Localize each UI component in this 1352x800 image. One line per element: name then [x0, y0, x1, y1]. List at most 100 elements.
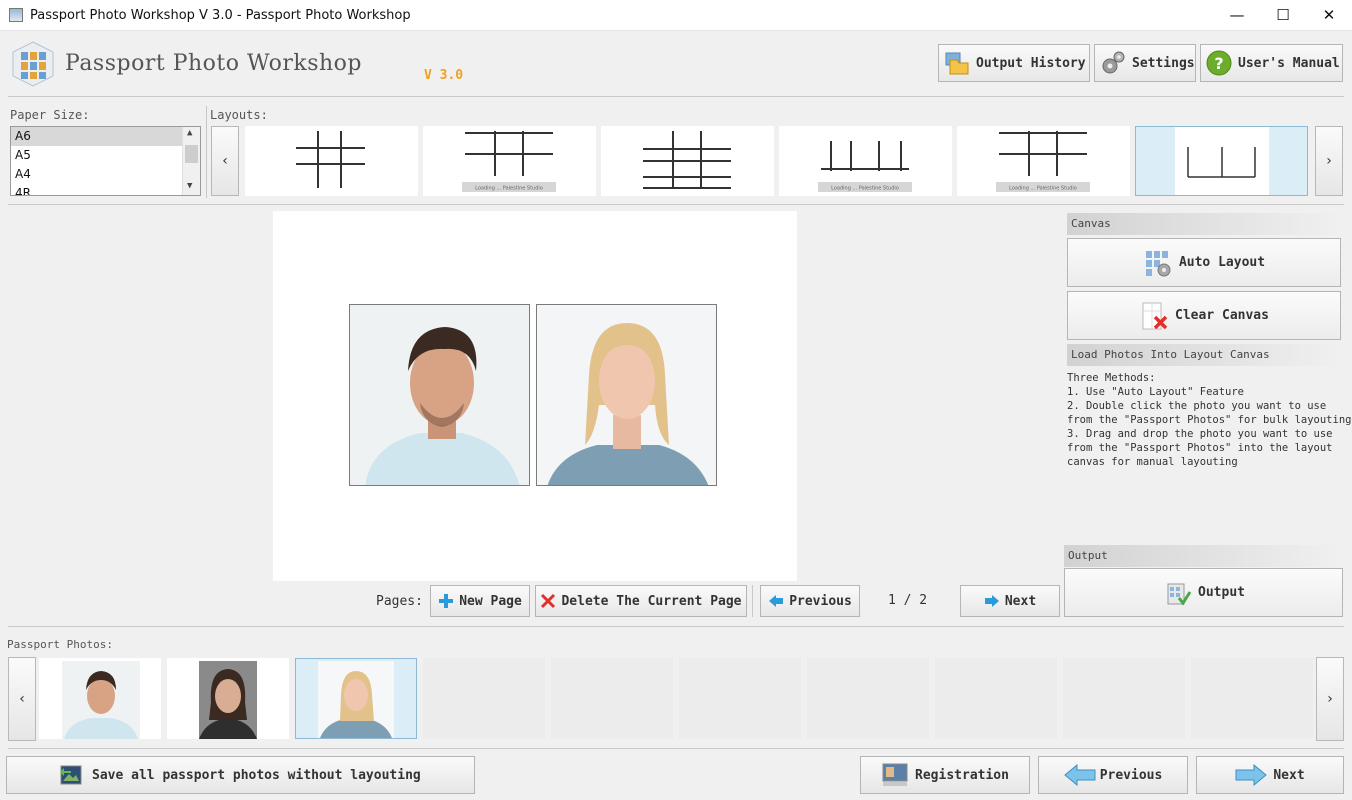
previous-page-button[interactable]: Previous: [760, 585, 860, 617]
app-brand-title: Passport Photo Workshop: [65, 51, 362, 76]
plus-icon: [439, 594, 454, 608]
arrow-left-icon: [1063, 764, 1096, 786]
auto-layout-icon: [1145, 250, 1171, 276]
output-label: Output: [1198, 585, 1245, 600]
layout-grid-icon: Loading ... Palestine Studio: [462, 131, 556, 192]
empty-photo-slot: [551, 658, 673, 739]
divider: [8, 96, 1344, 97]
close-button[interactable]: ✕: [1306, 0, 1352, 31]
next-page-button[interactable]: Next: [960, 585, 1060, 617]
empty-photo-slot: [1191, 658, 1313, 739]
folder-icon: [945, 52, 969, 75]
title-bar: Passport Photo Workshop V 3.0 - Passport…: [0, 0, 1352, 31]
pages-label: Pages:: [376, 594, 423, 609]
passport-photo-thumbnail-selected[interactable]: [295, 658, 417, 739]
auto-layout-label: Auto Layout: [1178, 255, 1266, 270]
output-button[interactable]: Output: [1064, 568, 1343, 617]
output-icon: [1167, 583, 1192, 606]
photos-prev-button[interactable]: ‹: [8, 657, 36, 741]
delete-page-label: Delete The Current Page: [561, 593, 742, 609]
paper-size-option[interactable]: A4: [11, 165, 183, 184]
help-icon: ?: [1206, 50, 1232, 76]
auto-layout-button[interactable]: Auto Layout: [1067, 238, 1341, 287]
registration-button[interactable]: Registration: [860, 756, 1030, 794]
page-indicator: 1 / 2: [888, 593, 928, 608]
scroll-down-icon[interactable]: ▼: [187, 181, 192, 191]
layout-thumbnail[interactable]: [601, 126, 774, 196]
paper-size-scrollbar[interactable]: ▲ ▼: [182, 127, 200, 195]
paper-size-list[interactable]: A6 A5 A4 4R: [10, 126, 201, 196]
footer-previous-label: Previous: [1099, 767, 1163, 783]
layout-thumbnail-selected[interactable]: [1135, 126, 1308, 196]
layout-thumbnail[interactable]: Loading ... Palestine Studio: [957, 126, 1130, 196]
help-line: from the "Passport Photos" for bulk layo…: [1067, 414, 1352, 426]
clear-canvas-button[interactable]: Clear Canvas: [1067, 291, 1341, 340]
passport-photo-thumbnail[interactable]: [39, 658, 161, 739]
save-all-photos-button[interactable]: Save all passport photos without layouti…: [6, 756, 475, 794]
svg-text:Loading ... Palestine Studio: Loading ... Palestine Studio: [475, 186, 543, 192]
layout-thumbnail[interactable]: [245, 126, 418, 196]
users-manual-label: User's Manual: [1238, 55, 1340, 71]
paper-size-option[interactable]: A5: [11, 146, 183, 165]
users-manual-button[interactable]: ? User's Manual: [1200, 44, 1343, 82]
save-all-photos-label: Save all passport photos without layouti…: [92, 767, 421, 783]
svg-text:Loading ... Palestine Studio: Loading ... Palestine Studio: [1009, 186, 1077, 192]
woman-portrait-image: [537, 305, 716, 485]
new-page-button[interactable]: New Page: [430, 585, 530, 617]
window-title: Passport Photo Workshop V 3.0 - Passport…: [30, 8, 411, 23]
canvas-photo-man[interactable]: [349, 304, 530, 486]
layouts-next-button[interactable]: ›: [1315, 126, 1343, 196]
divider: [752, 585, 753, 617]
empty-photo-slot: [1063, 658, 1185, 739]
layout-grid-icon: [643, 131, 731, 189]
svg-text:Loading ... Palestine Studio: Loading ... Palestine Studio: [831, 186, 899, 192]
help-line: 3. Drag and drop the photo you want to u…: [1067, 428, 1333, 440]
settings-button[interactable]: Settings: [1094, 44, 1196, 82]
arrow-right-icon: [1235, 764, 1268, 786]
paper-size-option[interactable]: A6: [11, 127, 183, 146]
layouts-prev-button[interactable]: ‹: [211, 126, 239, 196]
empty-photo-slot: [423, 658, 545, 739]
app-icon: [9, 8, 23, 22]
layout-grid-icon: Loading ... Palestine Studio: [996, 131, 1090, 192]
output-history-button[interactable]: Output History: [938, 44, 1090, 82]
layout-thumbnail[interactable]: Loading ... Palestine Studio: [779, 126, 952, 196]
delete-page-button[interactable]: Delete The Current Page: [535, 585, 747, 617]
clear-canvas-label: Clear Canvas: [1175, 308, 1269, 323]
svg-text:?: ?: [1214, 54, 1223, 73]
minimize-button[interactable]: —: [1214, 0, 1260, 31]
paper-size-option[interactable]: 4R: [11, 184, 183, 195]
layout-thumbnail[interactable]: Loading ... Palestine Studio: [423, 126, 596, 196]
footer-previous-button[interactable]: Previous: [1038, 756, 1188, 794]
app-logo-icon: [12, 41, 54, 87]
man-portrait-image: [62, 661, 140, 739]
scroll-thumb[interactable]: [185, 145, 198, 163]
maximize-button[interactable]: ☐: [1260, 0, 1306, 31]
footer-next-button[interactable]: Next: [1196, 756, 1344, 794]
man-portrait-image: [350, 305, 529, 485]
output-section-header: Output: [1064, 545, 1342, 567]
arrow-left-icon: [769, 595, 784, 607]
footer-next-label: Next: [1273, 767, 1305, 783]
arrow-right-icon: [984, 595, 999, 607]
clear-canvas-icon: [1142, 302, 1168, 329]
passport-photo-thumbnail[interactable]: [167, 658, 289, 739]
help-instructions: Three Methods: 1. Use "Auto Layout" Feat…: [1067, 371, 1352, 469]
scroll-up-icon[interactable]: ▲: [187, 128, 192, 138]
settings-label: Settings: [1132, 55, 1195, 71]
canvas-photo-woman[interactable]: [536, 304, 717, 486]
delete-icon: [541, 593, 556, 609]
help-line: canvas for manual layouting: [1067, 456, 1238, 468]
help-line: from the "Passport Photos" into the layo…: [1067, 442, 1333, 454]
empty-photo-slot: [807, 658, 929, 739]
next-page-label: Next: [1004, 593, 1037, 609]
empty-photo-slot: [935, 658, 1057, 739]
divider: [206, 106, 207, 198]
load-photos-section-header: Load Photos Into Layout Canvas: [1067, 344, 1342, 366]
layout-grid-icon: [1175, 127, 1269, 195]
layout-grid-icon: [296, 131, 365, 188]
photos-next-button[interactable]: ›: [1316, 657, 1344, 741]
paper-size-label: Paper Size:: [10, 108, 90, 122]
save-image-icon: [60, 765, 82, 785]
woman-dark-hair-portrait-image: [199, 661, 257, 739]
